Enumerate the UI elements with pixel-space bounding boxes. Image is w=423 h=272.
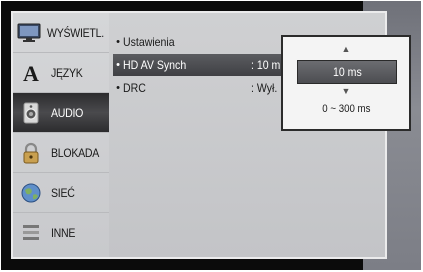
list-icon <box>17 219 45 247</box>
letter-a-icon: A <box>17 59 45 87</box>
row-label: Ustawienia <box>123 35 175 49</box>
row-value: : Wył. <box>251 81 278 95</box>
bullet-icon: • <box>116 59 120 71</box>
sidebar-item-other[interactable]: INNE <box>13 213 109 253</box>
sidebar-item-label: BLOKADA <box>51 145 100 160</box>
screen-frame: WYŚWIETL. A JĘZYK AUDIO BLOKADA SIEĆ INN… <box>1 1 421 270</box>
sidebar-item-lock[interactable]: BLOKADA <box>13 133 109 173</box>
bullet-icon: • <box>116 82 120 94</box>
sidebar-item-network[interactable]: SIEĆ <box>13 173 109 213</box>
sidebar-item-language[interactable]: A JĘZYK <box>13 53 109 93</box>
row-value: : 10 m <box>251 58 281 72</box>
sidebar-item-label: INNE <box>51 226 76 240</box>
value-selector[interactable]: 10 ms <box>297 60 397 84</box>
monitor-icon <box>17 19 41 47</box>
svg-text:A: A <box>23 61 39 85</box>
speaker-icon <box>17 99 45 127</box>
row-label: HD AV Synch <box>123 58 187 72</box>
globe-icon <box>17 179 45 207</box>
sidebar-item-display[interactable]: WYŚWIETL. <box>13 13 109 53</box>
sidebar-item-label: JĘZYK <box>51 65 83 80</box>
padlock-icon <box>17 139 45 167</box>
value-text: 10 ms <box>332 65 362 79</box>
sidebar: WYŚWIETL. A JĘZYK AUDIO BLOKADA SIEĆ INN… <box>13 13 109 257</box>
value-popup: ▲ 10 ms ▼ 0 ~ 300 ms <box>281 35 411 131</box>
sidebar-item-label: AUDIO <box>51 105 84 120</box>
row-label: DRC <box>123 81 146 95</box>
bullet-icon: • <box>116 36 120 48</box>
sidebar-item-label: WYŚWIETL. <box>47 25 104 40</box>
range-label: 0 ~ 300 ms <box>321 103 371 115</box>
sidebar-item-audio[interactable]: AUDIO <box>13 93 109 133</box>
arrow-up-icon[interactable]: ▲ <box>283 44 409 54</box>
arrow-down-icon[interactable]: ▼ <box>283 86 409 96</box>
sidebar-item-label: SIEĆ <box>51 185 75 200</box>
